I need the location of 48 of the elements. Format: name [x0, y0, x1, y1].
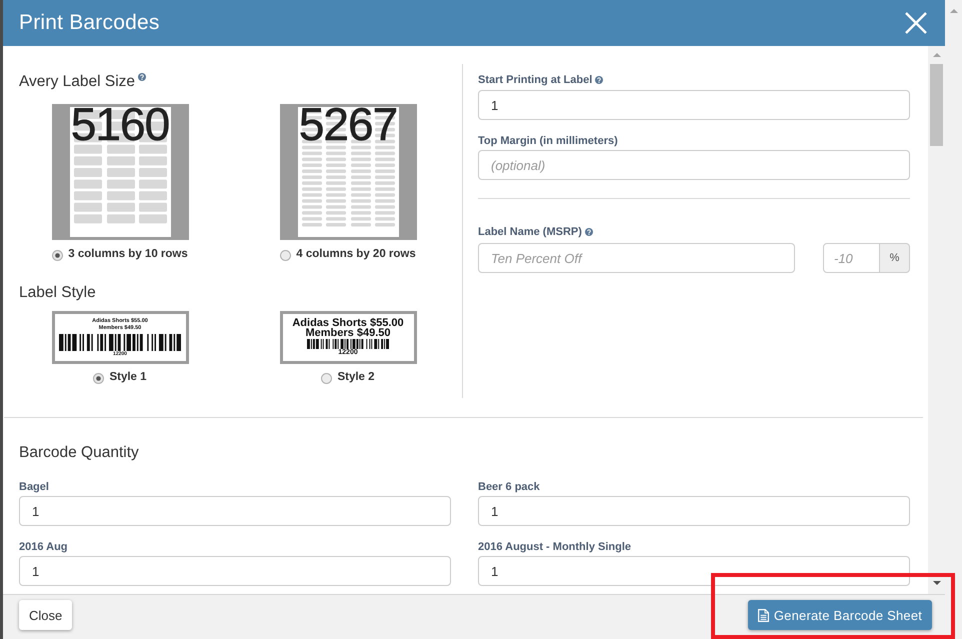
field-label: Top Margin (in millimeters) — [478, 134, 618, 148]
percent-addon: % — [880, 243, 910, 273]
close-text-button[interactable]: Close — [19, 600, 72, 630]
option-label[interactable]: 4 columns by 20 rows — [296, 248, 416, 260]
document-icon — [758, 608, 769, 622]
radio-button[interactable] — [93, 372, 104, 384]
close-button[interactable] — [905, 12, 927, 34]
barcode-icon — [307, 339, 389, 349]
section-heading: Avery Label Size — [19, 72, 136, 92]
section-heading: Label Style — [19, 283, 96, 303]
scrollbar-track[interactable] — [928, 46, 945, 594]
barcode-icon — [59, 334, 181, 350]
option-label[interactable]: Style 2 — [337, 371, 375, 383]
radio-button[interactable] — [280, 250, 292, 260]
help-icon[interactable] — [584, 228, 593, 236]
option-label[interactable]: Style 1 — [109, 371, 147, 383]
generate-button[interactable]: Generate Barcode Sheet — [748, 600, 932, 630]
top-margin-input[interactable]: (optional) — [478, 150, 910, 180]
preview-text: Members $49.50 — [306, 328, 390, 338]
scroll-down-arrow-icon[interactable] — [932, 581, 940, 585]
field-label: 2016 August - Monthly Single — [478, 540, 632, 554]
section-heading: Barcode Quantity — [19, 443, 139, 463]
modal-title: Print Barcodes — [19, 11, 160, 35]
sheet-number: 5267 — [298, 101, 398, 147]
field-label: Bagel — [19, 480, 50, 494]
quantity-input[interactable]: 1 — [19, 496, 451, 526]
radio-button[interactable] — [321, 372, 332, 384]
label-name-input[interactable]: Ten Percent Off — [478, 243, 795, 273]
discount-input[interactable]: -10 — [823, 243, 880, 273]
option-label[interactable]: 3 columns by 10 rows — [68, 248, 188, 260]
scrollbar-thumb[interactable] — [930, 64, 943, 146]
page-scroll-up-arrow-icon[interactable] — [950, 9, 958, 13]
page-scrollbar-track[interactable] — [945, 0, 962, 639]
close-icon — [905, 12, 927, 34]
sheet-number: 5160 — [70, 101, 170, 147]
quantity-input[interactable]: 1 — [19, 556, 451, 586]
field-label: Start Printing at Label — [478, 73, 592, 87]
field-label: Label Name (MSRP) — [478, 225, 582, 239]
help-icon[interactable] — [595, 76, 604, 84]
help-icon[interactable] — [138, 73, 146, 81]
quantity-input[interactable]: 1 — [478, 496, 910, 526]
preview-text: Adidas Shorts $55.00 — [292, 318, 404, 328]
field-label: 2016 Aug — [19, 540, 69, 554]
quantity-input[interactable]: 1 — [478, 556, 910, 586]
scroll-up-arrow-icon[interactable] — [932, 53, 940, 57]
field-label: Beer 6 pack — [478, 480, 541, 494]
start-label-input[interactable]: 1 — [478, 90, 910, 120]
radio-button[interactable] — [52, 250, 64, 260]
